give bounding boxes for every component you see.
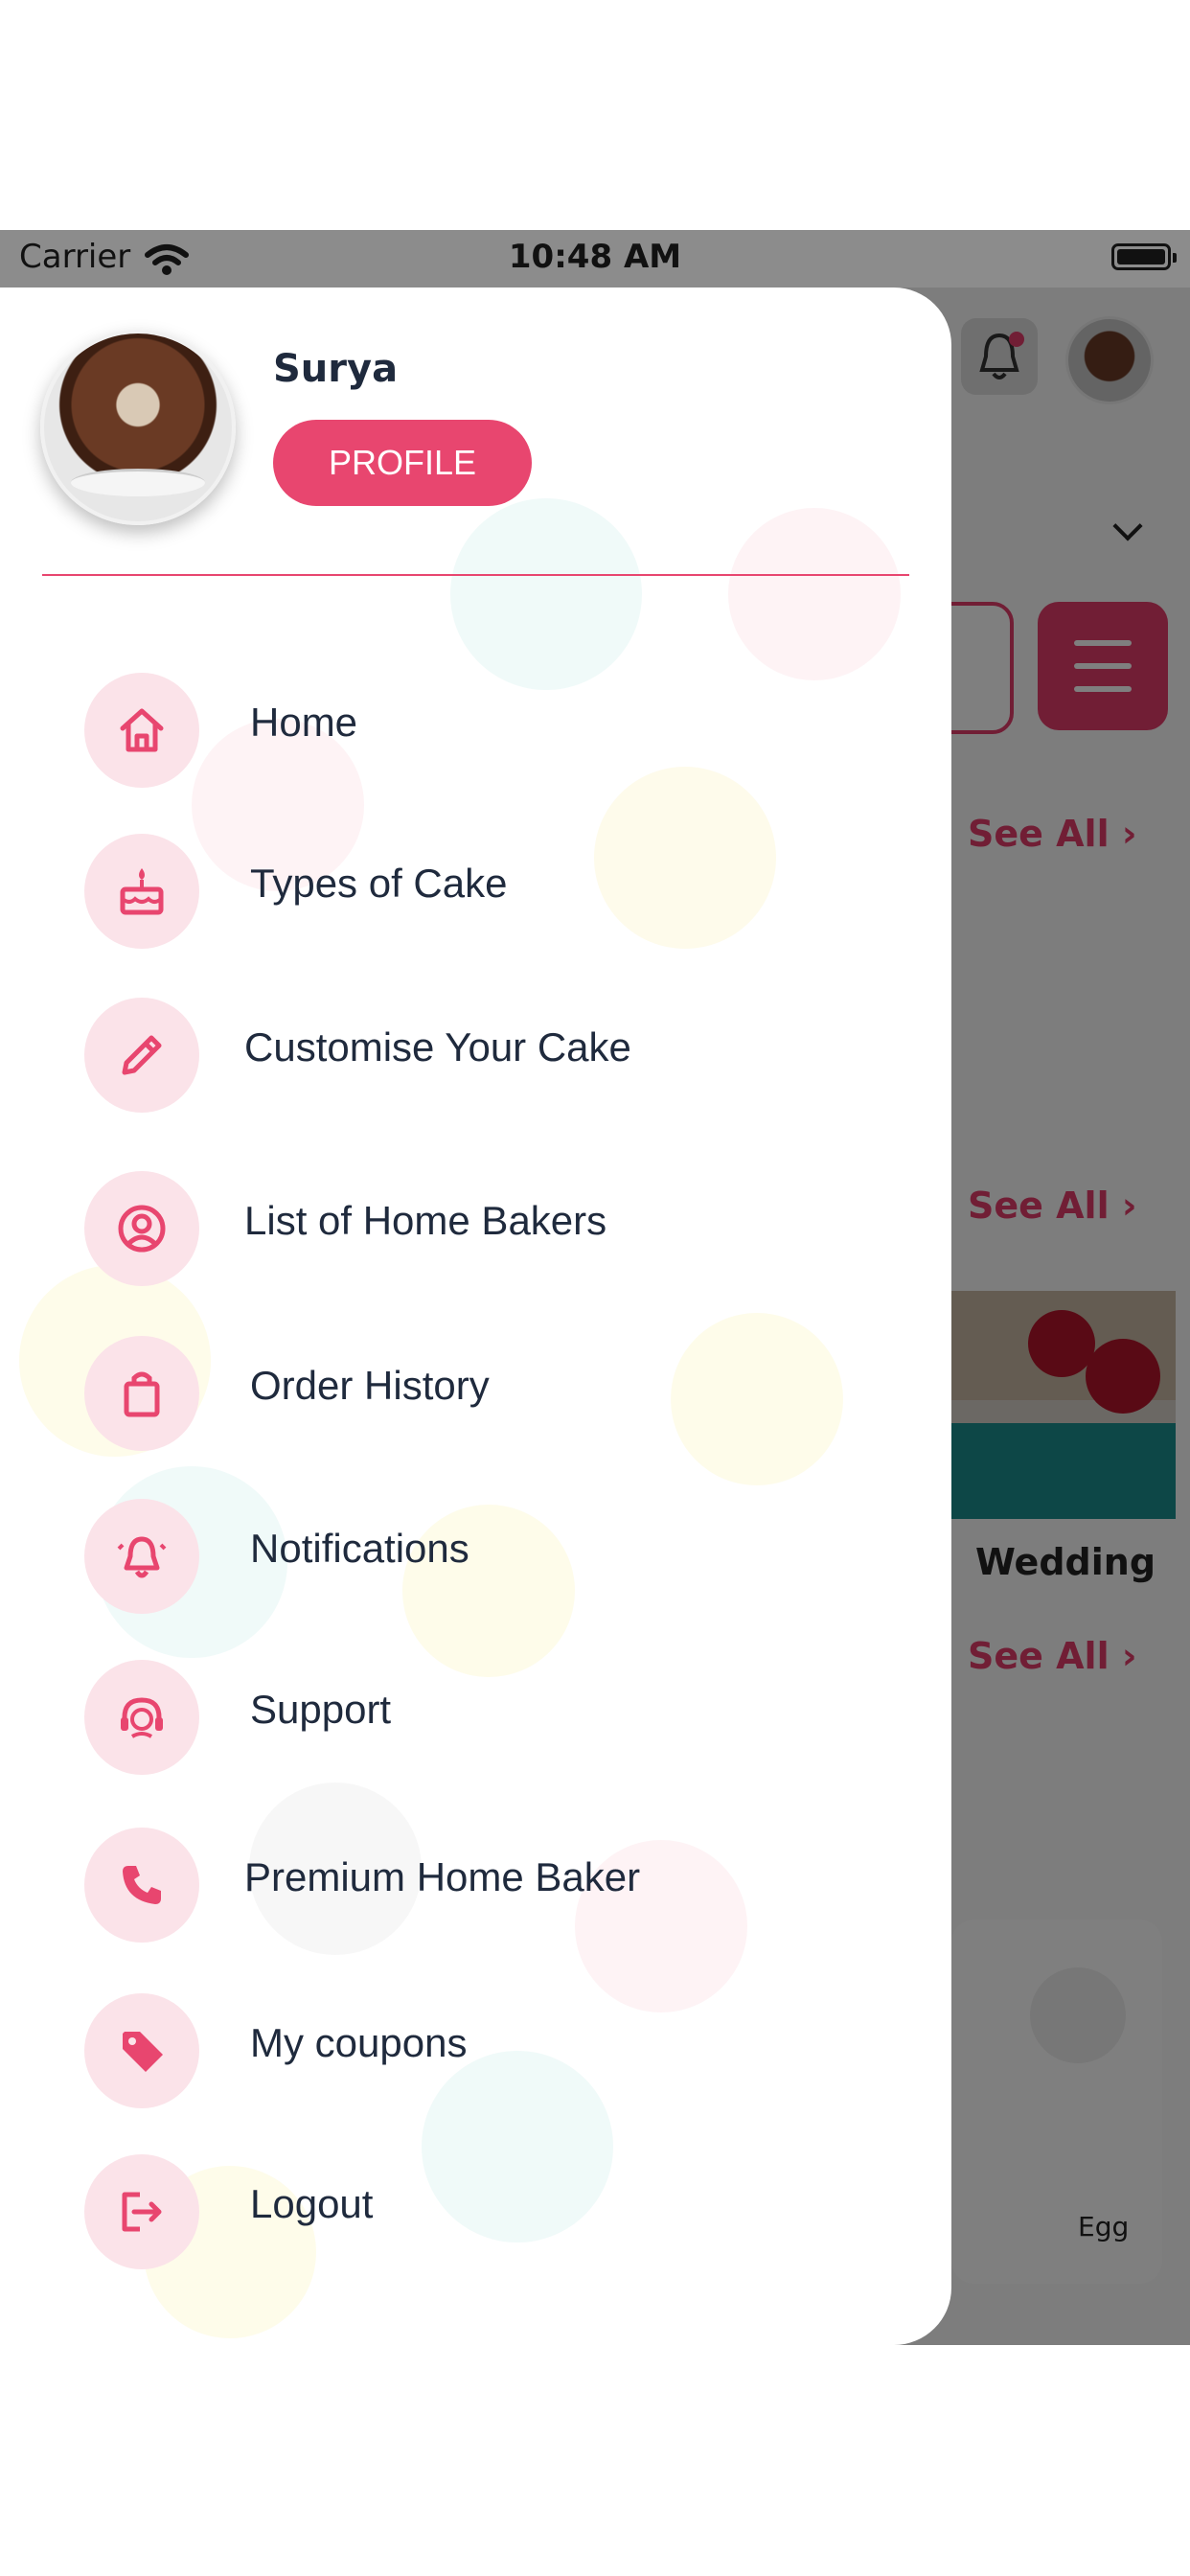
pencil-icon [84, 998, 199, 1113]
menu-label: Support [250, 1687, 392, 1732]
status-bar: Carrier 10:48 AM [0, 230, 1190, 288]
profile-button[interactable]: PROFILE [273, 420, 532, 506]
menu-label: Order History [250, 1363, 490, 1408]
menu-label: List of Home Bakers [244, 1198, 607, 1243]
cake-icon [84, 834, 199, 949]
menu-label: My coupons [250, 2020, 468, 2065]
decor-bubble [728, 508, 901, 680]
divider [42, 574, 909, 576]
logout-icon [84, 2154, 199, 2269]
support-icon [84, 1660, 199, 1775]
menu-label: Types of Cake [250, 861, 508, 906]
decor-bubble [450, 498, 642, 690]
phone-icon [84, 1828, 199, 1943]
menu-item-logout[interactable]: Logout [84, 2154, 908, 2269]
menu-label: Premium Home Baker [244, 1854, 641, 1899]
menu-item-premium-home-baker[interactable]: Premium Home Baker [84, 1828, 908, 1943]
battery-icon [1111, 243, 1177, 270]
menu-label: Home [250, 700, 358, 745]
clock: 10:48 AM [508, 238, 682, 276]
menu-item-list-of-home-bakers[interactable]: List of Home Bakers [84, 1171, 908, 1286]
menu-label: Notifications [250, 1526, 469, 1571]
menu-item-notifications[interactable]: Notifications [84, 1499, 908, 1614]
bell-icon [84, 1499, 199, 1614]
menu-item-customise-your-cake[interactable]: Customise Your Cake [84, 998, 908, 1113]
home-icon [84, 673, 199, 788]
user-circle-icon [84, 1171, 199, 1286]
app-screen: Carrier 10:48 AM See All › See All › [0, 230, 1190, 2345]
menu-item-home[interactable]: Home [84, 673, 908, 788]
user-name: Surya [273, 347, 399, 391]
menu-item-support[interactable]: Support [84, 1660, 908, 1775]
shopping-bag-icon [84, 1336, 199, 1451]
menu-item-order-history[interactable]: Order History [84, 1336, 908, 1451]
avatar-plate [71, 469, 205, 496]
user-avatar[interactable] [40, 330, 236, 525]
menu-label: Logout [250, 2181, 374, 2226]
menu-item-types-of-cake[interactable]: Types of Cake [84, 834, 908, 949]
menu-label: Customise Your Cake [244, 1024, 631, 1070]
tag-icon [84, 1993, 199, 2108]
navigation-drawer: Surya PROFILE Home Types of Cake Customi… [0, 288, 951, 2345]
menu-item-my-coupons[interactable]: My coupons [84, 1993, 908, 2108]
